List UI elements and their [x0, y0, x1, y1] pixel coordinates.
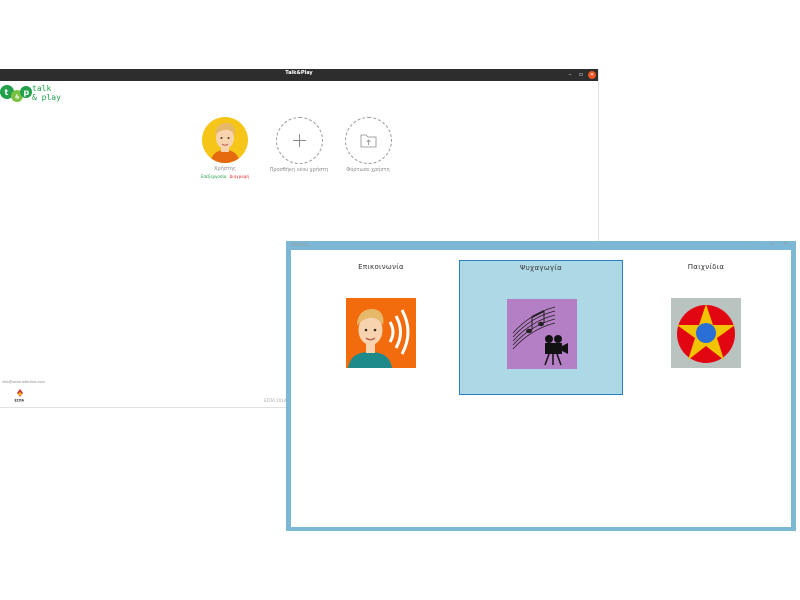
folder-upload-icon — [360, 134, 376, 148]
edit-user-link[interactable]: Επεξεργασία — [201, 174, 227, 179]
load-user-tile[interactable]: Φόρτωσε χρήστη — [339, 117, 397, 173]
category-communication[interactable]: Επικοινωνία — [299, 260, 463, 395]
maximize-button[interactable]: ▫ — [577, 71, 585, 79]
espa-logo: ΕΣΠΑ — [14, 388, 26, 403]
user-avatar-icon — [210, 123, 240, 163]
communication-tile[interactable] — [346, 298, 416, 368]
title-bar[interactable]: Talk&Play – ▫ ✕ — [0, 69, 598, 81]
user-profile[interactable]: Χρήστης Επεξεργασία Διαγραφή — [197, 117, 253, 179]
espa-logo-icon: ΕΣΠΑ — [15, 389, 25, 403]
user-avatar[interactable] — [202, 117, 248, 163]
communication-icon — [348, 309, 410, 368]
add-user-button[interactable] — [275, 117, 323, 164]
category-games[interactable]: Παιχνίδια — [624, 260, 788, 395]
user-label: Χρήστης — [213, 166, 237, 172]
espa-logo-text: ΕΣΠΑ — [15, 399, 25, 403]
logo-text: talk & play — [32, 84, 61, 102]
categories-panel: Επικοινωνία Ψυχαγωγία Παιχνίδια — [291, 250, 791, 527]
add-user-label: Προσθήκη νέου χρήστη — [269, 167, 329, 173]
maximize-button[interactable]: ▫ — [771, 241, 774, 247]
svg-text:t: t — [5, 88, 9, 97]
logo-mark-icon: t & p — [0, 85, 32, 102]
svg-text:&: & — [15, 95, 20, 101]
logo-line-2: & play — [32, 93, 61, 102]
add-user-tile[interactable]: Προσθήκη νέου χρήστη — [268, 117, 330, 173]
window-title: Talk&Play — [285, 70, 313, 76]
category-label: Παιχνίδια — [687, 263, 725, 271]
games-icon — [677, 304, 735, 363]
categories-window: Talk&Play – ▫ ✕ Επικοινωνία Ψυχαγωγία Πα… — [286, 241, 796, 531]
svg-text:p: p — [24, 88, 30, 97]
close-button[interactable]: ✕ — [588, 71, 596, 79]
category-label: Ψυχαγωγία — [519, 264, 563, 272]
entertainment-icon — [512, 306, 568, 366]
category-label: Επικοινωνία — [358, 263, 404, 271]
minimize-button[interactable]: – — [566, 71, 574, 79]
footer-contact: info@saveriofortino.com — [2, 380, 45, 384]
logo-line-1: talk — [32, 84, 52, 93]
window-title: Talk&Play — [290, 242, 310, 247]
delete-user-link[interactable]: Διαγραφή — [230, 174, 249, 179]
games-tile[interactable] — [671, 298, 741, 368]
plus-icon — [292, 134, 306, 147]
load-user-label: Φόρτωσε χρήστη — [346, 167, 390, 173]
close-button[interactable]: ✕ — [783, 241, 787, 247]
talk-and-play-logo: t & p talk & play — [0, 82, 70, 104]
entertainment-tile[interactable] — [507, 299, 577, 369]
minimize-button[interactable]: – — [760, 241, 763, 247]
category-entertainment[interactable]: Ψυχαγωγία — [459, 260, 623, 395]
load-user-button[interactable] — [344, 117, 392, 164]
